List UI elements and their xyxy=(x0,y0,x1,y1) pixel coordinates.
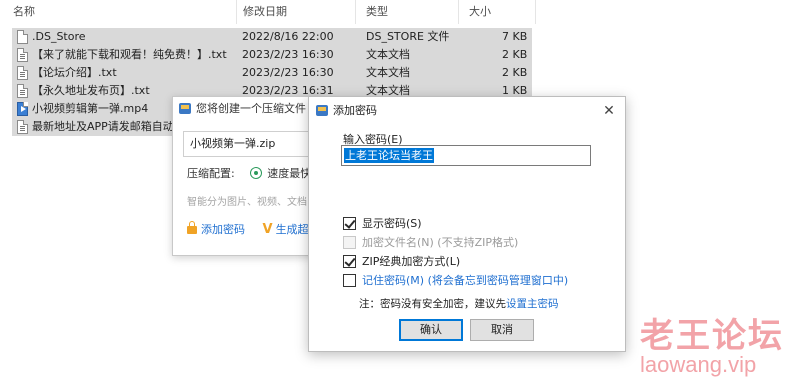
file-name: 最新地址及APP请发邮箱自动 xyxy=(32,120,174,133)
compress-config: 压缩配置: 速度最快 xyxy=(187,165,311,181)
remember-password-option[interactable]: 记住密码(M) (将会备忘到密码管理窗口中) xyxy=(343,274,568,288)
archive-app-icon xyxy=(316,105,328,116)
compress-dialog-title: 您将创建一个压缩文件 - xyxy=(179,101,313,117)
text-file-icon xyxy=(17,84,28,98)
set-master-password-link[interactable]: 设置主密码 xyxy=(506,298,559,310)
compress-hint: 智能分为图片、视频、文档 xyxy=(187,197,307,208)
file-type: 文本文档 xyxy=(366,66,410,79)
compress-config-value: 速度最快 xyxy=(267,167,312,180)
file-date: 2022/8/16 22:00 xyxy=(242,30,334,43)
password-input[interactable]: 上老王论坛当老王 xyxy=(341,145,591,166)
watermark-url: laowang.vip xyxy=(640,352,757,377)
file-icon xyxy=(17,30,28,44)
encrypt-names-option: 加密文件名(N) (不支持ZIP格式) xyxy=(343,236,518,250)
column-header: 名称 修改日期 类型 大小 xyxy=(0,0,800,24)
screen: 名称 修改日期 类型 大小 .DS_Store 2022/8/16 22:00 … xyxy=(0,0,800,390)
video-file-icon xyxy=(17,102,28,116)
zip-classic-label: ZIP经典加密方式(L) xyxy=(362,255,461,268)
speed-fastest-radio[interactable] xyxy=(250,167,263,179)
file-size: 2 KB xyxy=(502,48,528,61)
file-row[interactable]: 【来了就能下载和观看！纯免费！】.txt 2023/2/23 16:30 文本文… xyxy=(12,46,532,64)
column-modified-label: 修改日期 xyxy=(243,5,287,18)
confirm-button[interactable]: 确认 xyxy=(399,319,463,341)
zip-classic-option[interactable]: ZIP经典加密方式(L) xyxy=(343,255,460,269)
file-name: .DS_Store xyxy=(32,30,86,43)
v-brand-icon: V xyxy=(262,222,273,237)
text-file-icon xyxy=(17,66,28,80)
text-file-icon xyxy=(17,120,28,134)
file-date: 2023/2/23 16:30 xyxy=(242,66,334,79)
show-password-checkbox[interactable] xyxy=(343,217,356,230)
generate-link[interactable]: 生成超 xyxy=(276,223,309,236)
archive-app-icon xyxy=(179,103,191,114)
file-name: 【论坛介绍】.txt xyxy=(32,66,117,79)
remember-password-checkbox[interactable] xyxy=(343,274,356,287)
archive-filename-input[interactable]: 小视频第一弹.zip xyxy=(183,131,323,157)
lock-icon xyxy=(187,221,197,234)
dialog-titlebar: 添加密码 ✕ xyxy=(309,97,625,125)
show-password-label: 显示密码(S) xyxy=(362,217,422,230)
text-file-icon xyxy=(17,48,28,62)
compress-dialog: 您将创建一个压缩文件 - 小视频第一弹.zip 压缩配置: 速度最快 智能分为图… xyxy=(172,96,323,256)
add-password-link[interactable]: 添加密码 xyxy=(201,223,245,236)
column-modified[interactable]: 修改日期 xyxy=(230,0,356,24)
column-type-label: 类型 xyxy=(366,5,388,18)
close-icon[interactable]: ✕ xyxy=(601,103,617,119)
dialog-title: 添加密码 xyxy=(316,103,377,119)
file-date: 2023/2/23 16:30 xyxy=(242,48,334,61)
compress-actions: 添加密码 V 生成超 xyxy=(187,221,309,237)
remember-password-label: 记住密码(M) (将会备忘到密码管理窗口中) xyxy=(362,274,569,287)
show-password-option[interactable]: 显示密码(S) xyxy=(343,217,422,231)
password-value: 上老王论坛当老王 xyxy=(344,148,434,163)
file-size: 2 KB xyxy=(502,66,528,79)
security-note-text: 注：密码没有安全加密，建议先 xyxy=(359,298,506,310)
file-type: DS_STORE 文件 xyxy=(366,30,450,43)
column-name-label: 名称 xyxy=(13,5,35,18)
column-name[interactable]: 名称 xyxy=(0,0,237,24)
file-type: 文本文档 xyxy=(366,48,410,61)
sort-ascending-icon xyxy=(116,0,128,4)
column-type[interactable]: 类型 xyxy=(353,0,459,24)
encrypt-names-label: 加密文件名(N) (不支持ZIP格式) xyxy=(362,236,519,249)
archive-filename-value: 小视频第一弹.zip xyxy=(190,137,276,150)
encrypt-names-checkbox xyxy=(343,236,356,249)
file-row[interactable]: .DS_Store 2022/8/16 22:00 DS_STORE 文件 7 … xyxy=(12,28,532,46)
add-password-dialog: 添加密码 ✕ 输入密码(E) 上老王论坛当老王 显示密码(S) 加密文件名(N)… xyxy=(308,96,626,352)
dialog-title-text: 添加密码 xyxy=(333,104,377,117)
watermark-logo: 老王论坛 xyxy=(640,316,784,356)
zip-classic-checkbox[interactable] xyxy=(343,255,356,268)
file-size: 7 KB xyxy=(502,30,528,43)
file-row[interactable]: 【论坛介绍】.txt 2023/2/23 16:30 文本文档 2 KB xyxy=(12,64,532,82)
column-size[interactable]: 大小 xyxy=(456,0,536,24)
security-note: 注：密码没有安全加密，建议先设置主密码 xyxy=(359,296,559,311)
cancel-button[interactable]: 取消 xyxy=(470,319,534,341)
file-name: 【来了就能下载和观看！纯免费！】.txt xyxy=(32,48,227,61)
compress-config-label: 压缩配置: xyxy=(187,167,235,180)
compress-dialog-title-text: 您将创建一个压缩文件 - xyxy=(196,102,314,115)
column-size-label: 大小 xyxy=(469,5,491,18)
